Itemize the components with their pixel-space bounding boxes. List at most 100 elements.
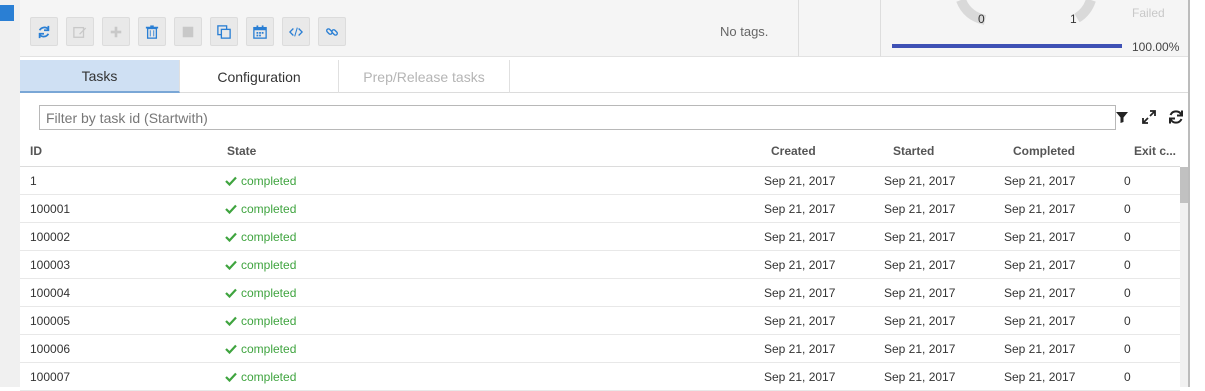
task-state-label: completed	[241, 342, 297, 356]
task-id: 100005	[30, 314, 71, 328]
task-id: 100003	[30, 258, 71, 272]
tab-tasks[interactable]: Tasks	[20, 60, 180, 93]
check-icon	[225, 232, 237, 242]
task-completed: Sep 21, 2017	[1004, 174, 1076, 188]
task-state-label: completed	[241, 314, 297, 328]
task-exit-code: 0	[1124, 202, 1131, 216]
task-state-label: completed	[241, 202, 297, 216]
stat-count-right: 1	[1070, 12, 1077, 26]
failed-label: Failed	[1132, 6, 1165, 20]
task-id: 100004	[30, 286, 71, 300]
task-table-header: ID State Created Started Completed Exit …	[20, 137, 1180, 167]
progress-bar	[892, 44, 1122, 48]
task-state: completed	[225, 202, 296, 216]
column-header-state[interactable]: State	[227, 144, 256, 158]
table-row[interactable]: 100006 completed Sep 21, 2017 Sep 21, 20…	[20, 335, 1180, 363]
code-button[interactable]	[282, 17, 310, 46]
task-stats-panel: 0 1 Failed 100.00%	[880, 0, 1188, 57]
table-scrollbar-thumb[interactable]	[1180, 167, 1188, 203]
column-header-id[interactable]: ID	[30, 144, 42, 158]
task-created: Sep 21, 2017	[764, 342, 836, 356]
selected-item-indicator	[0, 5, 14, 21]
task-created: Sep 21, 2017	[764, 202, 836, 216]
add-button[interactable]	[102, 17, 130, 46]
table-row[interactable]: 100001 completed Sep 21, 2017 Sep 21, 20…	[20, 195, 1180, 223]
task-started: Sep 21, 2017	[884, 202, 956, 216]
table-row[interactable]: 1 completed Sep 21, 2017 Sep 21, 2017 Se…	[20, 167, 1180, 195]
task-exit-code: 0	[1124, 174, 1131, 188]
stop-icon	[182, 26, 194, 37]
check-icon	[225, 176, 237, 186]
edit-icon	[73, 26, 87, 38]
schedule-button[interactable]	[246, 17, 274, 46]
task-completed: Sep 21, 2017	[1004, 258, 1076, 272]
task-exit-code: 0	[1124, 258, 1131, 272]
task-completed: Sep 21, 2017	[1004, 370, 1076, 384]
donut-chart-partial	[956, 0, 1096, 25]
task-created: Sep 21, 2017	[764, 230, 836, 244]
column-header-completed[interactable]: Completed	[1013, 144, 1075, 158]
task-completed: Sep 21, 2017	[1004, 230, 1076, 244]
task-started: Sep 21, 2017	[884, 342, 956, 356]
task-started: Sep 21, 2017	[884, 230, 956, 244]
task-exit-code: 0	[1124, 230, 1131, 244]
task-exit-code: 0	[1124, 370, 1131, 384]
task-created: Sep 21, 2017	[764, 174, 836, 188]
refresh-icon	[38, 25, 50, 38]
task-id: 100006	[30, 342, 71, 356]
task-id: 100007	[30, 370, 71, 384]
refresh-button[interactable]	[30, 17, 58, 46]
task-completed: Sep 21, 2017	[1004, 342, 1076, 356]
stat-count-left: 0	[978, 12, 985, 26]
plus-icon	[110, 26, 122, 37]
task-exit-code: 0	[1124, 314, 1131, 328]
task-state: completed	[225, 286, 296, 300]
task-state: completed	[225, 230, 296, 244]
table-row[interactable]: 100005 completed Sep 21, 2017 Sep 21, 20…	[20, 307, 1180, 335]
filter-icon[interactable]	[1114, 109, 1130, 125]
task-filter-input[interactable]	[39, 105, 1116, 130]
task-started: Sep 21, 2017	[884, 314, 956, 328]
task-state-label: completed	[241, 258, 297, 272]
clone-button[interactable]	[210, 17, 238, 46]
column-header-exit-code[interactable]: Exit c...	[1134, 144, 1176, 158]
progress-percent: 100.00%	[1132, 40, 1180, 54]
job-toolbar: No tags.	[20, 0, 798, 57]
column-header-started[interactable]: Started	[893, 144, 934, 158]
task-created: Sep 21, 2017	[764, 370, 836, 384]
delete-button[interactable]	[138, 17, 166, 46]
task-id: 1	[30, 174, 37, 188]
check-icon	[225, 344, 237, 354]
refresh-icon[interactable]	[1168, 109, 1184, 125]
link-button[interactable]	[318, 17, 346, 46]
tab-configuration[interactable]: Configuration	[180, 60, 339, 93]
task-state-label: completed	[241, 230, 297, 244]
link-icon	[326, 27, 338, 36]
task-created: Sep 21, 2017	[764, 258, 836, 272]
task-started: Sep 21, 2017	[884, 174, 956, 188]
task-state: completed	[225, 314, 296, 328]
left-panel-strip	[0, 0, 20, 387]
check-icon	[225, 260, 237, 270]
column-header-created[interactable]: Created	[771, 144, 816, 158]
task-id: 100002	[30, 230, 71, 244]
stop-button[interactable]	[174, 17, 202, 46]
expand-icon[interactable]	[1141, 109, 1157, 125]
task-id: 100001	[30, 202, 71, 216]
table-row[interactable]: 100004 completed Sep 21, 2017 Sep 21, 20…	[20, 279, 1180, 307]
table-row[interactable]: 100002 completed Sep 21, 2017 Sep 21, 20…	[20, 223, 1180, 251]
task-completed: Sep 21, 2017	[1004, 202, 1076, 216]
task-completed: Sep 21, 2017	[1004, 314, 1076, 328]
check-icon	[225, 204, 237, 214]
task-state: completed	[225, 370, 296, 384]
calendar-icon	[253, 24, 267, 39]
task-state: completed	[225, 174, 296, 188]
edit-button[interactable]	[66, 17, 94, 46]
task-started: Sep 21, 2017	[884, 286, 956, 300]
check-icon	[225, 372, 237, 382]
task-started: Sep 21, 2017	[884, 370, 956, 384]
tab-bar: Tasks Configuration Prep/Release tasks	[20, 60, 1188, 93]
table-row[interactable]: 100003 completed Sep 21, 2017 Sep 21, 20…	[20, 251, 1180, 279]
task-completed: Sep 21, 2017	[1004, 286, 1076, 300]
divider-panel	[798, 0, 880, 57]
